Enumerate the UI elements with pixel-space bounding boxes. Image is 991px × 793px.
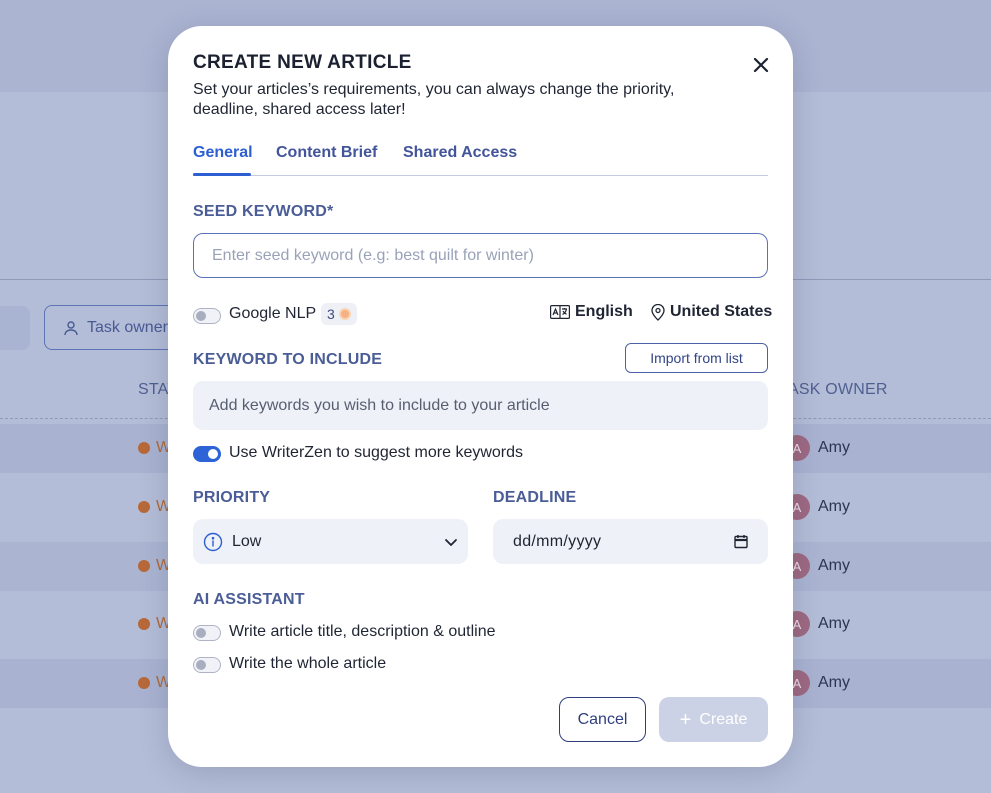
keyword-include-label: KEYWORD TO INCLUDE [193, 351, 383, 368]
keywords-include-input[interactable] [193, 381, 768, 430]
priority-label: PRIORITY [193, 489, 271, 506]
active-tab-indicator [193, 173, 251, 176]
suggest-keywords-toggle[interactable] [193, 446, 221, 462]
create-button[interactable]: + Create [659, 697, 768, 742]
status-dot [138, 560, 150, 572]
translate-icon [550, 305, 570, 319]
tab-shared-access[interactable]: Shared Access [403, 144, 517, 162]
close-icon[interactable] [750, 54, 772, 76]
priority-value: Low [232, 532, 262, 550]
plus-icon: + [679, 708, 692, 731]
language-label: English [575, 303, 633, 320]
modal-subtitle: Set your articles’s requirements, you ca… [193, 81, 675, 118]
cancel-button[interactable]: Cancel [559, 697, 646, 742]
ai-whole-article-label: Write the whole article [229, 655, 387, 672]
column-header-task-owner: ASK OWNER [788, 381, 888, 398]
ai-outline-toggle[interactable] [193, 625, 221, 641]
country-label: United States [670, 303, 773, 320]
country-selector[interactable]: United States [651, 303, 772, 321]
language-selector[interactable]: English [550, 303, 633, 321]
status-dot [138, 618, 150, 630]
priority-select[interactable]: Low [193, 519, 468, 564]
status-dot [138, 442, 150, 454]
row-owner: A Amy [784, 611, 850, 637]
google-nlp-toggle[interactable] [193, 308, 221, 324]
nlp-credit-badge: 3 [321, 303, 357, 325]
suggest-keywords-label: Use WriterZen to suggest more keywords [229, 444, 524, 461]
row-owner: A Amy [784, 494, 850, 520]
deadline-date-input[interactable]: dd/mm/yyyy [493, 519, 768, 564]
user-icon [64, 320, 78, 335]
status-dot [138, 501, 150, 513]
task-owner-filter-label: Task owner [87, 318, 168, 336]
background-filter-pill [0, 306, 30, 350]
info-icon [203, 532, 223, 551]
row-status: W [138, 615, 171, 633]
deadline-value: dd/mm/yyyy [513, 532, 602, 550]
import-from-list-button[interactable]: Import from list [625, 343, 768, 373]
ai-whole-article-toggle[interactable] [193, 657, 221, 673]
row-status: W [138, 557, 171, 575]
nlp-credit-count: 3 [327, 306, 335, 322]
ai-assistant-label: AI ASSISTANT [193, 591, 305, 608]
location-pin-icon [651, 303, 665, 321]
create-article-modal: CREATE NEW ARTICLE Set your articles’s r… [168, 26, 793, 767]
tab-bar: General Content Brief Shared Access [193, 144, 768, 176]
seed-keyword-label: SEED KEYWORD* [193, 203, 334, 220]
status-dot [138, 677, 150, 689]
row-owner: A Amy [784, 553, 850, 579]
seed-keyword-input[interactable] [193, 233, 768, 278]
tab-general[interactable]: General [193, 144, 253, 162]
chevron-down-icon [445, 538, 457, 546]
deadline-label: DEADLINE [493, 489, 577, 506]
row-status: W [138, 674, 171, 692]
ai-outline-label: Write article title, description & outli… [229, 623, 496, 640]
row-owner: A Amy [784, 670, 850, 696]
create-button-label: Create [699, 710, 748, 728]
modal-title: CREATE NEW ARTICLE [193, 52, 412, 73]
calendar-icon[interactable] [734, 534, 748, 549]
row-status: W [138, 439, 171, 457]
coin-icon [338, 308, 351, 320]
google-nlp-label: Google NLP [229, 305, 317, 322]
row-owner: A Amy [784, 435, 850, 461]
row-status: W [138, 498, 171, 516]
tab-content-brief[interactable]: Content Brief [276, 144, 377, 162]
